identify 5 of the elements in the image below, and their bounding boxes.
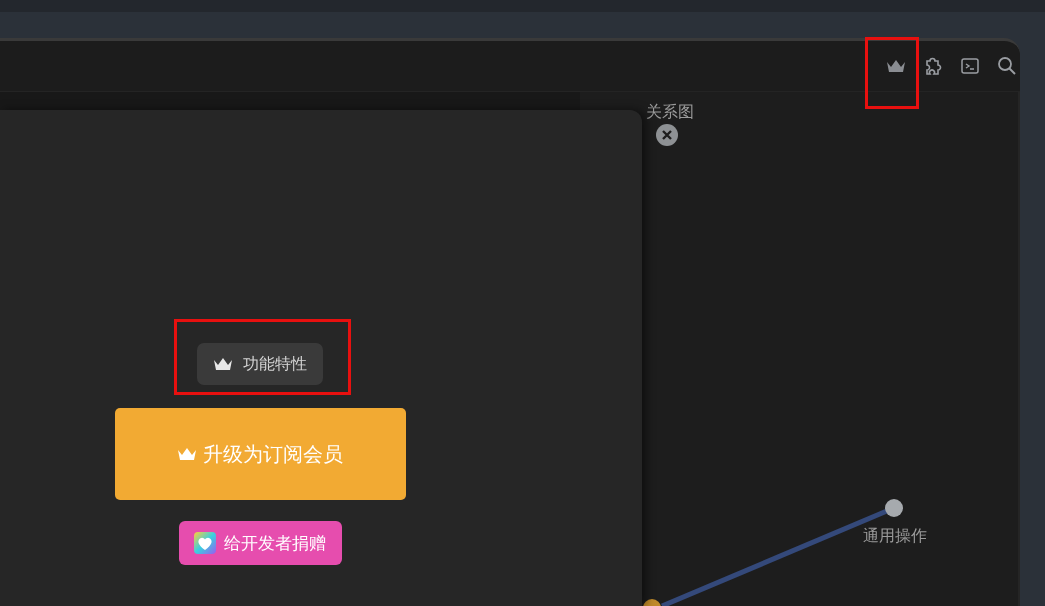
upgrade-button[interactable]: 升级为订阅会员 <box>114 408 406 500</box>
graph-title: 关系图 <box>646 102 694 122</box>
node-label: 通用操作 <box>863 526 927 547</box>
donate-button[interactable]: 给开发者捐赠 <box>178 521 342 565</box>
features-button[interactable]: 功能特性 <box>197 343 323 385</box>
